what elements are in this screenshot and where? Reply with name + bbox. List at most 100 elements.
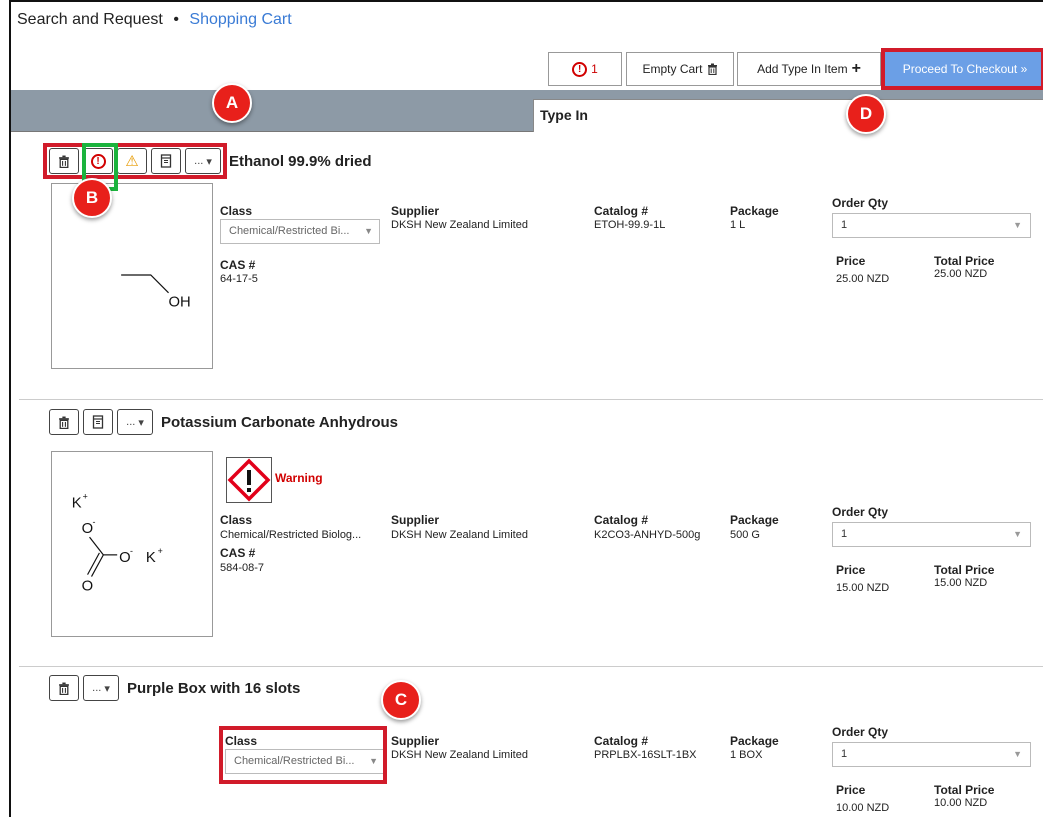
class-select[interactable]: Chemical/Restricted Bi... ▼ <box>220 219 380 244</box>
class-select[interactable]: Chemical/Restricted Bi... ▼ <box>225 749 385 774</box>
order-qty-label: Order Qty <box>832 725 889 739</box>
empty-cart-label: Empty Cart <box>642 62 703 76</box>
item-2-header: ... ▾ Potassium Carbonate Anhydrous <box>49 409 398 435</box>
proceed-to-checkout-button[interactable]: Proceed To Checkout » <box>885 52 1043 86</box>
package-value: 1 BOX <box>730 749 763 761</box>
price-label: Price <box>836 563 866 577</box>
marker-c: C <box>381 680 421 720</box>
more-options-dropdown[interactable]: ... ▾ <box>185 148 221 174</box>
alert-icon: ! <box>572 61 588 77</box>
alert-icon: ! <box>90 153 106 169</box>
breadcrumb-separator: • <box>173 11 179 28</box>
breadcrumb-root[interactable]: Search and Request <box>17 11 163 28</box>
order-qty-select[interactable]: 1 ▼ <box>832 742 1031 767</box>
delete-item-button[interactable] <box>49 675 79 701</box>
class-value: Chemical/Restricted Biolog... <box>220 529 362 541</box>
item-title: Potassium Carbonate Anhydrous <box>161 413 398 431</box>
trash-icon <box>59 682 69 695</box>
container-button[interactable] <box>83 409 113 435</box>
tab-bar: Type In <box>11 90 1043 132</box>
container-button[interactable] <box>151 148 181 174</box>
item-title: Purple Box with 16 slots <box>127 679 301 697</box>
cas-label: CAS # <box>220 546 256 560</box>
price-value: 25.00 NZD <box>836 273 890 285</box>
total-price-label: Total Price <box>934 783 995 797</box>
class-label: Class <box>220 513 253 527</box>
caret-down-icon: ▾ <box>206 155 212 168</box>
total-price-label: Total Price <box>934 254 995 268</box>
package-value: 1 L <box>730 219 746 231</box>
struct-label: O <box>82 578 94 594</box>
price-value: 10.00 NZD <box>836 802 890 814</box>
price-value: 15.00 NZD <box>836 582 890 594</box>
caret-down-icon: ▼ <box>1013 220 1022 230</box>
class-value: Chemical/Restricted Bi... <box>229 225 350 237</box>
marker-a-label: A <box>225 93 239 112</box>
supplier-label: Supplier <box>391 204 440 218</box>
trash-icon <box>59 155 69 168</box>
potassium-carbonate-structure: K + O - O - K + O <box>72 492 163 595</box>
empty-cart-button[interactable]: Empty Cart <box>626 52 734 86</box>
hazard-warning-button[interactable]: ⚠ <box>117 148 147 174</box>
supplier-label: Supplier <box>391 734 440 748</box>
catalog-label: Catalog # <box>594 204 649 218</box>
alert-item-button[interactable]: ! <box>83 148 113 174</box>
trash-icon <box>707 63 717 75</box>
struct-label: - <box>130 546 133 556</box>
marker-a: A <box>212 83 252 123</box>
caret-down-icon: ▼ <box>1013 529 1022 539</box>
qty-value: 1 <box>841 748 848 760</box>
shopping-cart-page: Search and Request • Shopping Cart ! 1 E… <box>9 0 1043 817</box>
package-label: Package <box>730 204 779 218</box>
item-3-header: ... ▾ Purple Box with 16 slots <box>49 675 300 701</box>
struct-label: K <box>72 495 82 511</box>
cas-value: 584-08-7 <box>220 562 265 574</box>
delete-item-button[interactable] <box>49 148 79 174</box>
item-divider <box>19 399 1043 400</box>
bottle-icon <box>160 154 172 168</box>
bottle-icon <box>92 415 104 429</box>
delete-item-button[interactable] <box>49 409 79 435</box>
chemical-structure-image: OH <box>51 183 213 369</box>
checkout-label: Proceed To Checkout » <box>902 62 1028 76</box>
supplier-value: DKSH New Zealand Limited <box>391 749 528 761</box>
supplier-value: DKSH New Zealand Limited <box>391 529 528 541</box>
item-divider <box>19 666 1043 667</box>
catalog-value: ETOH-99.9-1L <box>594 219 666 231</box>
order-qty-select[interactable]: 1 ▼ <box>832 522 1031 547</box>
catalog-label: Catalog # <box>594 734 649 748</box>
total-price-value: 10.00 NZD <box>934 797 988 809</box>
package-value: 500 G <box>730 529 760 541</box>
catalog-value: PRPLBX-16SLT-1BX <box>594 749 697 761</box>
total-price-value: 25.00 NZD <box>934 268 988 280</box>
marker-b-label: B <box>85 188 99 207</box>
more-options-dropdown[interactable]: ... ▾ <box>117 409 153 435</box>
qty-value: 1 <box>841 528 848 540</box>
breadcrumb-current[interactable]: Shopping Cart <box>189 11 291 28</box>
marker-c-label: C <box>394 690 408 709</box>
package-label: Package <box>730 513 779 527</box>
more-label: ... <box>194 155 204 167</box>
package-label: Package <box>730 734 779 748</box>
order-qty-select[interactable]: 1 ▼ <box>832 213 1031 238</box>
caret-down-icon: ▾ <box>104 682 110 695</box>
hazard-warning-text: Warning <box>275 471 323 485</box>
marker-d: D <box>846 94 886 134</box>
more-options-dropdown[interactable]: ... ▾ <box>83 675 119 701</box>
catalog-value: K2CO3-ANHYD-500g <box>594 529 701 541</box>
struct-label: K <box>146 550 156 566</box>
catalog-label: Catalog # <box>594 513 649 527</box>
chemical-structure-image: K + O - O - K + O <box>51 451 213 637</box>
class-value: Chemical/Restricted Bi... <box>234 755 355 767</box>
more-label: ... <box>92 682 102 694</box>
alerts-button[interactable]: ! 1 <box>548 52 622 86</box>
struct-label: - <box>92 517 95 527</box>
qty-value: 1 <box>841 219 848 231</box>
alert-count: 1 <box>591 62 598 76</box>
add-type-in-item-button[interactable]: Add Type In Item + <box>737 52 881 86</box>
struct-label: O <box>119 550 131 566</box>
marker-d-label: D <box>859 104 873 123</box>
supplier-value: DKSH New Zealand Limited <box>391 219 528 231</box>
tab-type-in[interactable]: Type In <box>533 99 1043 132</box>
supplier-label: Supplier <box>391 513 440 527</box>
